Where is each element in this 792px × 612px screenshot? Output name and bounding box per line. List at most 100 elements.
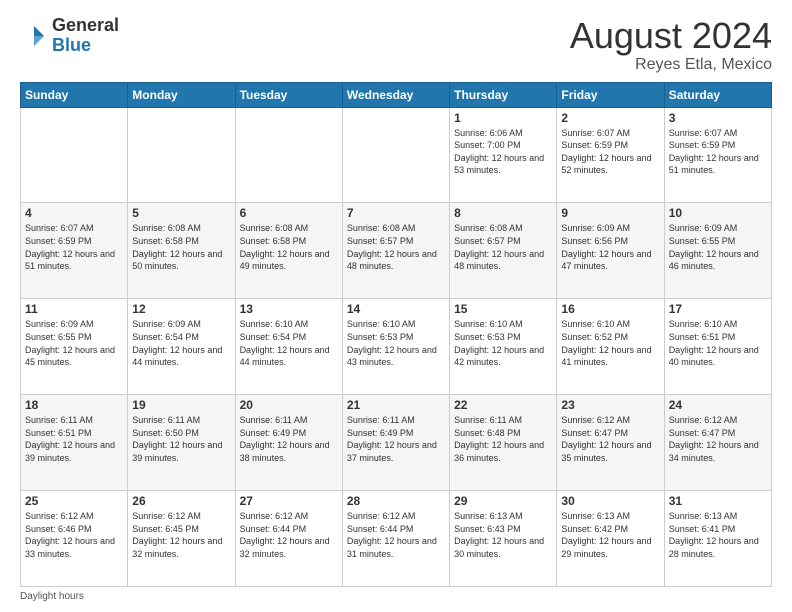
calendar-cell: 9Sunrise: 6:09 AM Sunset: 6:56 PM Daylig… bbox=[557, 203, 664, 299]
day-info: Sunrise: 6:06 AM Sunset: 7:00 PM Dayligh… bbox=[454, 127, 552, 177]
footer-text: Daylight hours bbox=[20, 591, 84, 602]
logo: General Blue bbox=[20, 16, 119, 56]
day-info: Sunrise: 6:07 AM Sunset: 6:59 PM Dayligh… bbox=[561, 127, 659, 177]
calendar-cell: 3 Sunrise: 6:07 AM Sunset: 6:59 PM Daylig… bbox=[664, 107, 771, 203]
day-number: 4 bbox=[25, 206, 123, 220]
day-info: Sunrise: 6:08 AM Sunset: 6:58 PM Dayligh… bbox=[240, 222, 338, 272]
day-number: 18 bbox=[25, 398, 123, 412]
day-info: Sunrise: 6:09 AM Sunset: 6:55 PM Dayligh… bbox=[669, 222, 767, 272]
day-info: Sunrise: 6:12 AM Sunset: 6:46 PM Dayligh… bbox=[25, 510, 123, 560]
day-number: 17 bbox=[669, 302, 767, 316]
header: General Blue August 2024 Reyes Etla, Mex… bbox=[20, 16, 772, 74]
day-number: 14 bbox=[347, 302, 445, 316]
day-info: Sunrise: 6:08 AM Sunset: 6:58 PM Dayligh… bbox=[132, 222, 230, 272]
calendar-cell: 8 Sunrise: 6:08 AM Sunset: 6:57 PM Daylig… bbox=[450, 203, 557, 299]
logo-icon bbox=[20, 22, 48, 50]
day-number: 31 bbox=[669, 494, 767, 508]
day-info: Sunrise: 6:11 AM Sunset: 6:48 PM Dayligh… bbox=[454, 414, 552, 464]
day-number: 22 bbox=[454, 398, 552, 412]
calendar-cell: 4Sunrise: 6:07 AM Sunset: 6:59 PM Daylig… bbox=[21, 203, 128, 299]
day-number: 19 bbox=[132, 398, 230, 412]
weekday-header-wednesday: Wednesday bbox=[342, 82, 449, 107]
week-row-1: 1 Sunrise: 6:06 AM Sunset: 7:00 PM Daylig… bbox=[21, 107, 772, 203]
calendar-cell: 12Sunrise: 6:09 AM Sunset: 6:54 PM Dayli… bbox=[128, 299, 235, 395]
day-number: 24 bbox=[669, 398, 767, 412]
weekday-header-friday: Friday bbox=[557, 82, 664, 107]
calendar-cell: 26Sunrise: 6:12 AM Sunset: 6:45 PM Dayli… bbox=[128, 491, 235, 587]
day-info: Sunrise: 6:13 AM Sunset: 6:42 PM Dayligh… bbox=[561, 510, 659, 560]
day-number: 9 bbox=[561, 206, 659, 220]
calendar-cell: 11 Sunrise: 6:09 AM Sunset: 6:55 PM Dayli… bbox=[21, 299, 128, 395]
logo-blue: Blue bbox=[52, 36, 119, 56]
day-info: Sunrise: 6:09 AM Sunset: 6:55 PM Dayligh… bbox=[25, 318, 123, 368]
calendar-cell: 17Sunrise: 6:10 AM Sunset: 6:51 PM Dayli… bbox=[664, 299, 771, 395]
week-row-2: 4Sunrise: 6:07 AM Sunset: 6:59 PM Daylig… bbox=[21, 203, 772, 299]
day-number: 12 bbox=[132, 302, 230, 316]
calendar-cell: 7Sunrise: 6:08 AM Sunset: 6:57 PM Daylig… bbox=[342, 203, 449, 299]
day-info: Sunrise: 6:11 AM Sunset: 6:49 PM Dayligh… bbox=[240, 414, 338, 464]
calendar-cell: 14 Sunrise: 6:10 AM Sunset: 6:53 PM Dayli… bbox=[342, 299, 449, 395]
day-info: Sunrise: 6:12 AM Sunset: 6:44 PM Dayligh… bbox=[347, 510, 445, 560]
calendar-cell: 10 Sunrise: 6:09 AM Sunset: 6:55 PM Dayli… bbox=[664, 203, 771, 299]
calendar-cell: 16 Sunrise: 6:10 AM Sunset: 6:52 PM Dayli… bbox=[557, 299, 664, 395]
day-number: 13 bbox=[240, 302, 338, 316]
title-month: August 2024 bbox=[570, 16, 772, 56]
weekday-header-monday: Monday bbox=[128, 82, 235, 107]
logo-text: General Blue bbox=[52, 16, 119, 56]
footer: Daylight hours bbox=[20, 591, 772, 602]
calendar-table: SundayMondayTuesdayWednesdayThursdayFrid… bbox=[20, 82, 772, 587]
week-row-3: 11 Sunrise: 6:09 AM Sunset: 6:55 PM Dayli… bbox=[21, 299, 772, 395]
calendar-cell: 28 Sunrise: 6:12 AM Sunset: 6:44 PM Dayli… bbox=[342, 491, 449, 587]
calendar-cell bbox=[342, 107, 449, 203]
day-info: Sunrise: 6:12 AM Sunset: 6:45 PM Dayligh… bbox=[132, 510, 230, 560]
calendar-cell: 30 Sunrise: 6:13 AM Sunset: 6:42 PM Dayli… bbox=[557, 491, 664, 587]
calendar-cell: 23 Sunrise: 6:12 AM Sunset: 6:47 PM Dayli… bbox=[557, 395, 664, 491]
day-number: 16 bbox=[561, 302, 659, 316]
day-number: 30 bbox=[561, 494, 659, 508]
calendar-cell bbox=[128, 107, 235, 203]
calendar-cell: 21 Sunrise: 6:11 AM Sunset: 6:49 PM Dayli… bbox=[342, 395, 449, 491]
day-number: 15 bbox=[454, 302, 552, 316]
day-number: 27 bbox=[240, 494, 338, 508]
day-info: Sunrise: 6:08 AM Sunset: 6:57 PM Dayligh… bbox=[347, 222, 445, 272]
day-info: Sunrise: 6:11 AM Sunset: 6:49 PM Dayligh… bbox=[347, 414, 445, 464]
calendar-cell: 6 Sunrise: 6:08 AM Sunset: 6:58 PM Daylig… bbox=[235, 203, 342, 299]
page: General Blue August 2024 Reyes Etla, Mex… bbox=[0, 0, 792, 612]
calendar-cell: 29Sunrise: 6:13 AM Sunset: 6:43 PM Dayli… bbox=[450, 491, 557, 587]
calendar-cell bbox=[21, 107, 128, 203]
weekday-header-sunday: Sunday bbox=[21, 82, 128, 107]
day-number: 3 bbox=[669, 111, 767, 125]
day-number: 28 bbox=[347, 494, 445, 508]
day-info: Sunrise: 6:10 AM Sunset: 6:53 PM Dayligh… bbox=[454, 318, 552, 368]
day-info: Sunrise: 6:08 AM Sunset: 6:57 PM Dayligh… bbox=[454, 222, 552, 272]
calendar-cell: 18Sunrise: 6:11 AM Sunset: 6:51 PM Dayli… bbox=[21, 395, 128, 491]
calendar-cell: 1 Sunrise: 6:06 AM Sunset: 7:00 PM Daylig… bbox=[450, 107, 557, 203]
calendar-cell: 27 Sunrise: 6:12 AM Sunset: 6:44 PM Dayli… bbox=[235, 491, 342, 587]
day-number: 21 bbox=[347, 398, 445, 412]
calendar-cell: 5Sunrise: 6:08 AM Sunset: 6:58 PM Daylig… bbox=[128, 203, 235, 299]
calendar-cell: 15 Sunrise: 6:10 AM Sunset: 6:53 PM Dayli… bbox=[450, 299, 557, 395]
day-number: 23 bbox=[561, 398, 659, 412]
weekday-header-row: SundayMondayTuesdayWednesdayThursdayFrid… bbox=[21, 82, 772, 107]
weekday-header-tuesday: Tuesday bbox=[235, 82, 342, 107]
day-number: 10 bbox=[669, 206, 767, 220]
day-info: Sunrise: 6:07 AM Sunset: 6:59 PM Dayligh… bbox=[669, 127, 767, 177]
calendar-cell bbox=[235, 107, 342, 203]
weekday-header-thursday: Thursday bbox=[450, 82, 557, 107]
day-number: 8 bbox=[454, 206, 552, 220]
day-number: 6 bbox=[240, 206, 338, 220]
calendar-cell: 31Sunrise: 6:13 AM Sunset: 6:41 PM Dayli… bbox=[664, 491, 771, 587]
day-info: Sunrise: 6:12 AM Sunset: 6:47 PM Dayligh… bbox=[561, 414, 659, 464]
day-number: 1 bbox=[454, 111, 552, 125]
day-info: Sunrise: 6:10 AM Sunset: 6:53 PM Dayligh… bbox=[347, 318, 445, 368]
day-info: Sunrise: 6:12 AM Sunset: 6:44 PM Dayligh… bbox=[240, 510, 338, 560]
day-info: Sunrise: 6:10 AM Sunset: 6:52 PM Dayligh… bbox=[561, 318, 659, 368]
title-block: August 2024 Reyes Etla, Mexico bbox=[570, 16, 772, 74]
day-info: Sunrise: 6:10 AM Sunset: 6:54 PM Dayligh… bbox=[240, 318, 338, 368]
calendar-cell: 25Sunrise: 6:12 AM Sunset: 6:46 PM Dayli… bbox=[21, 491, 128, 587]
day-number: 11 bbox=[25, 302, 123, 316]
day-info: Sunrise: 6:13 AM Sunset: 6:43 PM Dayligh… bbox=[454, 510, 552, 560]
day-number: 20 bbox=[240, 398, 338, 412]
calendar-cell: 13 Sunrise: 6:10 AM Sunset: 6:54 PM Dayli… bbox=[235, 299, 342, 395]
week-row-4: 18Sunrise: 6:11 AM Sunset: 6:51 PM Dayli… bbox=[21, 395, 772, 491]
